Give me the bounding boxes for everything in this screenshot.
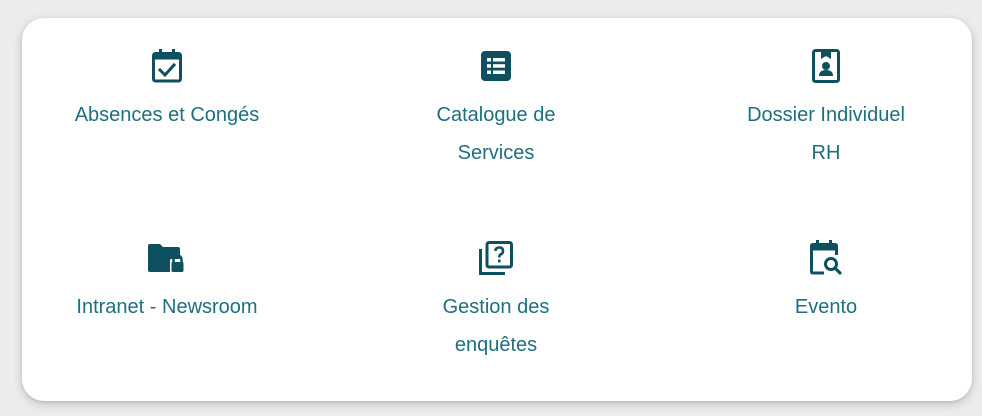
app-tile-evento[interactable]: Evento bbox=[696, 238, 956, 326]
calendar-check-icon bbox=[147, 46, 187, 86]
app-label: Catalogue de Services bbox=[436, 104, 556, 164]
app-tile-catalogue-services[interactable]: Catalogue de Services bbox=[366, 46, 626, 172]
page-background: Absences et Congés Catalogue de Services bbox=[0, 0, 982, 416]
question-stack-icon bbox=[476, 238, 516, 278]
app-label: Gestion des enquêtes bbox=[442, 296, 550, 356]
app-tile-absences-conges[interactable]: Absences et Congés bbox=[37, 46, 297, 134]
app-label: Dossier Individuel RH bbox=[747, 104, 905, 164]
list-icon bbox=[476, 46, 516, 86]
apps-card: Absences et Congés Catalogue de Services bbox=[22, 18, 972, 401]
app-label: Intranet - Newsroom bbox=[76, 296, 258, 318]
app-label: Absences et Congés bbox=[74, 104, 260, 126]
app-label: Evento bbox=[794, 296, 858, 318]
app-tile-intranet-newsroom[interactable]: Intranet - Newsroom bbox=[37, 238, 297, 326]
app-tile-gestion-enquetes[interactable]: Gestion des enquêtes bbox=[366, 238, 626, 364]
contact-card-icon bbox=[806, 46, 846, 86]
app-tile-dossier-individuel-rh[interactable]: Dossier Individuel RH bbox=[696, 46, 956, 172]
folder-lock-icon bbox=[147, 238, 187, 278]
calendar-search-icon bbox=[806, 238, 846, 278]
